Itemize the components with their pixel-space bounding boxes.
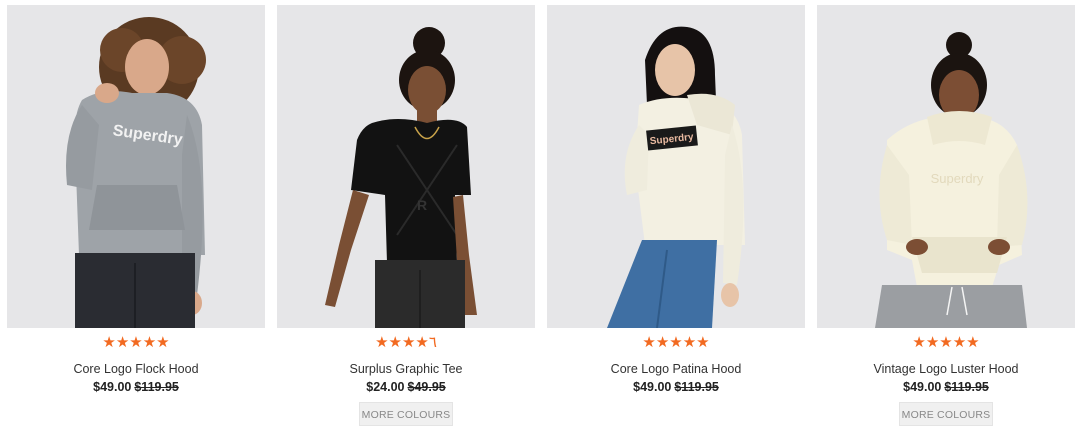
product-name[interactable]: Vintage Logo Luster Hood bbox=[817, 362, 1075, 376]
product-image[interactable]: Superdry bbox=[547, 5, 805, 328]
product-card[interactable]: Superdry ★★★★★ Vintage Logo Luster Hood … bbox=[817, 0, 1075, 441]
more-colours-button[interactable]: MORE COLOURS bbox=[899, 402, 993, 426]
product-grid: Superdry ★★★★★ Core Logo Flock Hood $49.… bbox=[0, 0, 1080, 441]
stars-icon: ★★★★★ bbox=[912, 334, 980, 351]
product-price: $49.00 $119.95 bbox=[817, 380, 1075, 394]
product-image[interactable]: Superdry bbox=[7, 5, 265, 328]
product-image[interactable]: Superdry bbox=[817, 5, 1075, 328]
star-rating: ★★★★★ bbox=[817, 334, 1075, 351]
star-rating: ★★★★٦ bbox=[277, 334, 535, 351]
product-card[interactable]: R ★★★★٦ Surplus Graphic Tee $24.00 $49.95… bbox=[277, 0, 535, 441]
product-name[interactable]: Core Logo Patina Hood bbox=[547, 362, 805, 376]
stars-icon: ★★★★★ bbox=[102, 334, 170, 351]
product-name[interactable]: Surplus Graphic Tee bbox=[277, 362, 535, 376]
sale-price: $24.00 bbox=[366, 380, 405, 394]
original-price: $119.95 bbox=[134, 380, 179, 394]
original-price: $119.95 bbox=[944, 380, 989, 394]
product-price: $24.00 $49.95 bbox=[277, 380, 535, 394]
product-price: $49.00 $119.95 bbox=[547, 380, 805, 394]
svg-text:R: R bbox=[417, 197, 427, 213]
more-colours-button[interactable]: MORE COLOURS bbox=[359, 402, 453, 426]
svg-text:Superdry: Superdry bbox=[931, 171, 984, 186]
star-rating: ★★★★★ bbox=[7, 334, 265, 351]
sale-price: $49.00 bbox=[93, 380, 132, 394]
stars-icon: ★★★★٦ bbox=[375, 334, 437, 351]
original-price: $49.95 bbox=[407, 380, 446, 394]
product-image[interactable]: R bbox=[277, 5, 535, 328]
sale-price: $49.00 bbox=[633, 380, 672, 394]
original-price: $119.95 bbox=[674, 380, 719, 394]
star-rating: ★★★★★ bbox=[547, 334, 805, 351]
product-card[interactable]: Superdry ★★★★★ Core Logo Patina Hood $49… bbox=[547, 0, 805, 441]
product-name[interactable]: Core Logo Flock Hood bbox=[7, 362, 265, 376]
sale-price: $49.00 bbox=[903, 380, 942, 394]
stars-icon: ★★★★★ bbox=[642, 334, 710, 351]
product-price: $49.00 $119.95 bbox=[7, 380, 265, 394]
product-card[interactable]: Superdry ★★★★★ Core Logo Flock Hood $49.… bbox=[7, 0, 265, 441]
